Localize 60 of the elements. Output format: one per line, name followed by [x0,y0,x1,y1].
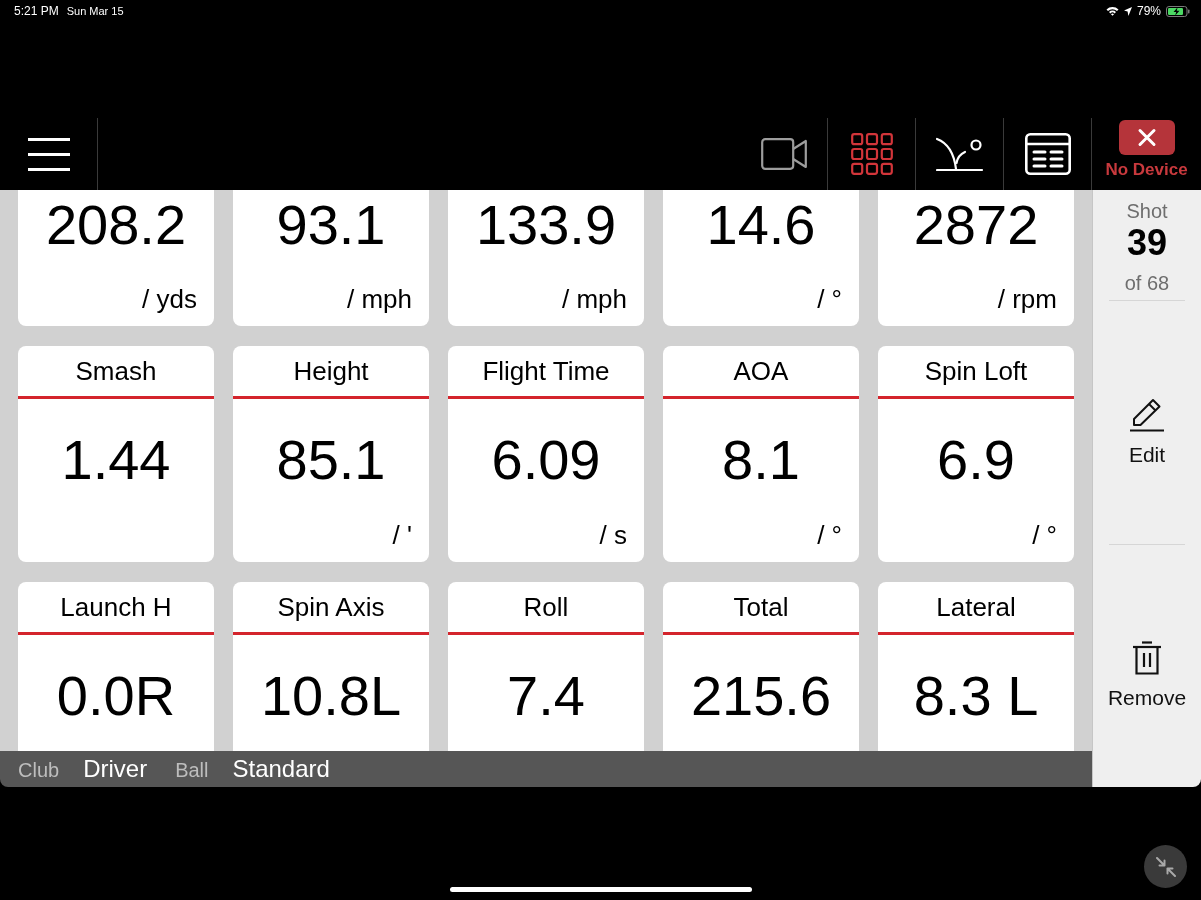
menu-icon [28,137,70,171]
location-arrow-icon [1123,6,1132,16]
metric-value: 7.4 [507,668,585,724]
shot-label: Shot [1126,199,1168,223]
unit-label: / yds [142,285,197,313]
unit-label: / ° [817,285,842,313]
table-icon [1024,133,1071,175]
metric-label: Flight Time [482,356,610,386]
trash-icon [1132,641,1162,675]
compress-arrows-icon [1155,856,1176,877]
metric-label: Spin Axis [277,592,385,622]
metric-value: 1.44 [61,432,171,488]
shot-total: of 68 [1124,271,1170,295]
ball-trajectory-icon [935,136,984,172]
metric-value: 8.1 [722,432,800,488]
metric-label: Launch H [60,592,172,622]
status-time: 5:21 PM [14,4,59,18]
metric-label: Spin Loft [924,356,1028,386]
metric-value: 10.8L [260,668,402,724]
metric-value: 6.09 [491,432,601,488]
field-label: Ball [175,758,209,782]
panel-action-button[interactable]: Remove [1107,641,1187,710]
unit-label: / mph [346,285,412,313]
battery-percent: 79% [1136,4,1161,18]
battery-charging-icon [1166,5,1190,17]
metric-label: Total [733,592,789,622]
field-value: Standard [232,755,330,783]
metric-label: Height [293,356,369,386]
unit-label: / ' [392,521,412,549]
unit-label: / s [599,521,627,549]
field-label: Club [18,758,60,782]
status-date: Sun Mar 15 [66,4,124,18]
unit-label: / rpm [997,285,1057,313]
metric-value: 14.6 [706,197,816,253]
metric-label: AOA [733,356,789,386]
metric-value: 208.2 [45,197,187,253]
panel-action-button[interactable]: Edit [1128,397,1166,467]
shot-number: 39 [1126,223,1167,263]
metric-value: 2872 [913,197,1039,253]
video-camera-icon [760,138,807,170]
device-button[interactable]: No Device [1092,118,1201,190]
metric-label: Lateral [936,592,1016,622]
grid-icon [850,133,893,175]
metric-value: 133.9 [475,197,617,253]
metric-label: Roll [523,592,569,622]
close-icon [1118,120,1175,155]
unit-label: / ° [817,521,842,549]
unit-label: / mph [561,285,627,313]
pencil-icon [1129,397,1165,432]
metric-value: 93.1 [276,197,386,253]
field-value: Driver [83,755,148,783]
metric-value: 6.9 [937,432,1015,488]
metric-value: 0.0R [56,668,176,724]
metric-value: 8.3 L [913,668,1039,724]
collapse-button[interactable] [1144,845,1187,888]
unit-label: / ° [1032,521,1057,549]
metric-value: 85.1 [276,432,386,488]
metric-label: Smash [75,356,157,386]
metric-value: 215.6 [690,668,832,724]
wifi-icon [1105,6,1119,16]
